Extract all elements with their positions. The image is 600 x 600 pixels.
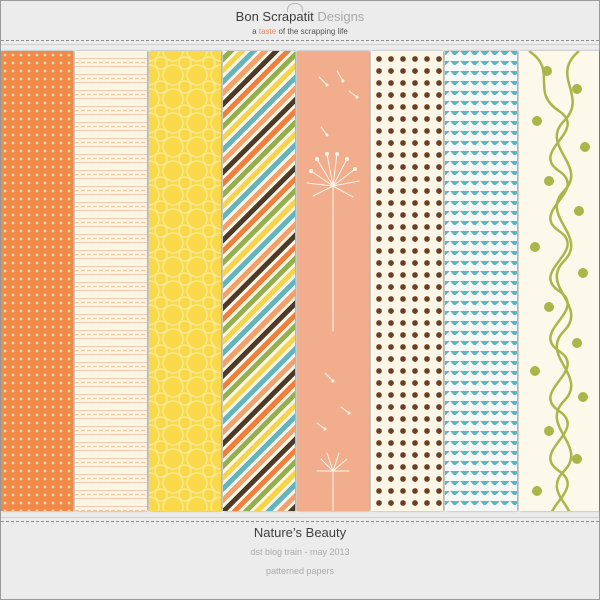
paper-strips (1, 51, 599, 511)
kit-caption: patterned papers (265, 566, 335, 576)
paper-yellow-quatrefoil (149, 51, 221, 511)
paper-cream-lined (75, 51, 147, 511)
tagline-accent: taste (258, 27, 277, 36)
brand-tagline: a taste of the scrapping life (1, 27, 599, 36)
top-stitch-divider (1, 40, 599, 41)
paper-green-vine (519, 51, 599, 511)
brand-name: Bon Scrapatit Designs (1, 9, 599, 24)
dashed-line-pattern (75, 51, 147, 511)
paper-peach-dandelion (297, 51, 369, 511)
paper-brown-polka-dot (371, 51, 443, 511)
preview-frame: Bon Scrapatit Designs a taste of the scr… (0, 0, 600, 600)
vine-pattern (528, 51, 590, 511)
dandelion-pattern (306, 70, 360, 511)
brand-name-secondary: Designs (317, 9, 365, 24)
paper-diagonal-stripes (223, 51, 295, 511)
kit-subtitle: dst blog train - may 2013 (250, 547, 350, 557)
paper-orange-polka-dot (1, 51, 73, 511)
tagline-prefix: a (252, 27, 257, 36)
tagline-suffix: of the scrapping life (278, 27, 348, 36)
bottom-divider (1, 517, 599, 518)
paper-teal-chevron (445, 51, 517, 511)
bottom-stitch-divider (1, 521, 599, 522)
kit-title: Nature’s Beauty (253, 525, 347, 540)
chevron-pattern (445, 51, 517, 511)
top-divider (1, 44, 599, 45)
brand-header: Bon Scrapatit Designs a taste of the scr… (1, 1, 599, 49)
brand-name-primary: Bon Scrapatit (235, 9, 314, 24)
